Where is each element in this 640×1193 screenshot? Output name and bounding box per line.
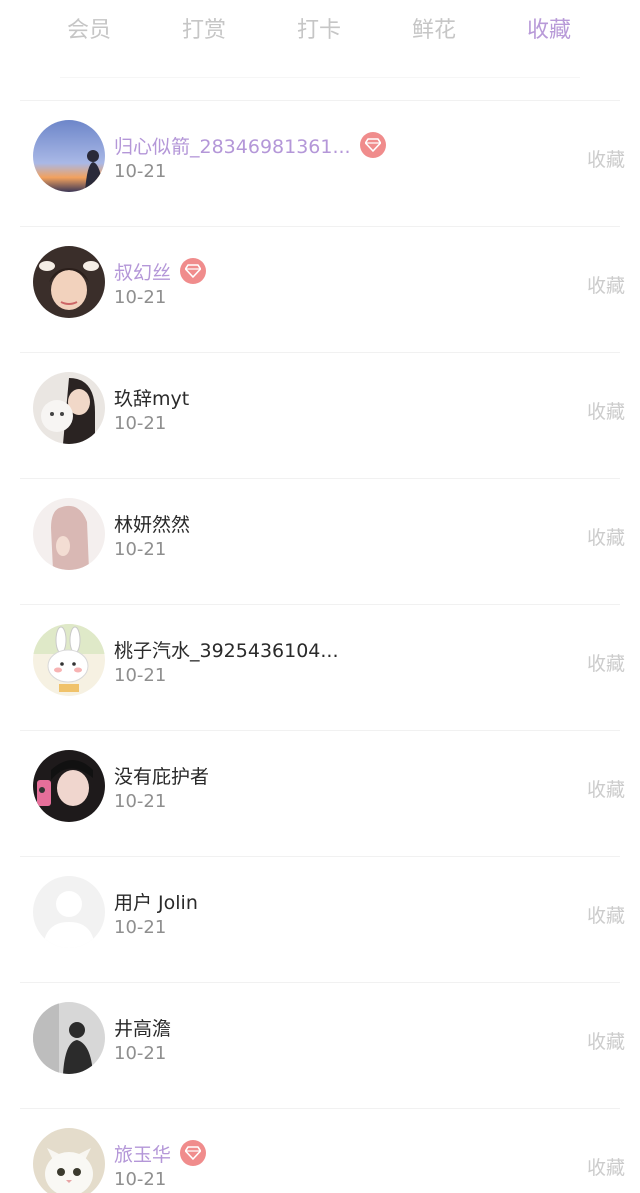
user-name[interactable]: 没有庇护者 xyxy=(114,762,209,789)
tab-membership[interactable]: 会员 xyxy=(44,14,134,48)
vip-diamond-icon xyxy=(359,132,386,158)
list-item[interactable]: 没有庇护者 10-21 收藏 xyxy=(20,730,625,856)
list-item[interactable]: 归心似箭_28346981361... 10-21 收藏 xyxy=(20,100,625,226)
date-label: 10-21 xyxy=(114,161,167,182)
favorite-action-label: 收藏 xyxy=(586,149,625,171)
tab-bar: 会员 打赏 打卡 鲜花 收藏 xyxy=(0,0,640,78)
vip-diamond-icon xyxy=(180,258,207,284)
name-line: 归心似箭_28346981361... xyxy=(114,130,386,160)
date-label: 10-21 xyxy=(114,1169,167,1190)
tab-tips[interactable]: 打赏 xyxy=(159,14,249,48)
list-item[interactable]: 桃子汽水_3925436104... 10-21 收藏 xyxy=(20,604,625,730)
name-line: 玖辞myt xyxy=(114,382,189,412)
tab-favorites[interactable]: 收藏 xyxy=(504,14,594,48)
name-line: 桃子汽水_3925436104... xyxy=(114,634,339,664)
avatar[interactable] xyxy=(33,624,105,696)
date-label: 10-21 xyxy=(114,539,167,560)
user-name[interactable]: 叔幻丝 xyxy=(114,258,171,285)
date-label: 10-21 xyxy=(114,287,167,308)
name-line: 林妍然然 xyxy=(114,508,190,538)
tab-checkin[interactable]: 打卡 xyxy=(274,14,364,48)
avatar[interactable] xyxy=(33,1002,105,1074)
name-line: 旅玉华 xyxy=(114,1138,207,1168)
favorite-action-label: 收藏 xyxy=(586,1157,625,1179)
list-item[interactable]: 旅玉华 10-21 收藏 xyxy=(20,1108,625,1193)
favorite-action-label: 收藏 xyxy=(586,275,625,297)
avatar[interactable] xyxy=(33,498,105,570)
user-name[interactable]: 用户 Jolin xyxy=(114,888,198,915)
date-label: 10-21 xyxy=(114,1043,167,1064)
favorites-list: 归心似箭_28346981361... 10-21 收藏 叔幻丝 10-21 收藏 玖辞my… xyxy=(0,100,640,1193)
favorite-action-label: 收藏 xyxy=(586,905,625,927)
avatar[interactable] xyxy=(33,372,105,444)
name-line: 没有庇护者 xyxy=(114,760,209,790)
user-name[interactable]: 归心似箭_28346981361... xyxy=(114,132,351,159)
avatar[interactable] xyxy=(33,120,105,192)
avatar[interactable] xyxy=(33,750,105,822)
favorite-action-label: 收藏 xyxy=(586,779,625,801)
date-label: 10-21 xyxy=(114,413,167,434)
name-line: 井高澹 xyxy=(114,1012,171,1042)
avatar[interactable] xyxy=(33,246,105,318)
favorite-action-label: 收藏 xyxy=(586,527,625,549)
list-item[interactable]: 用户 Jolin 10-21 收藏 xyxy=(20,856,625,982)
favorite-action-label: 收藏 xyxy=(586,401,625,423)
list-item[interactable]: 井高澹 10-21 收藏 xyxy=(20,982,625,1108)
list-item[interactable]: 玖辞myt 10-21 收藏 xyxy=(20,352,625,478)
favorite-action-label: 收藏 xyxy=(586,1031,625,1053)
list-item[interactable]: 叔幻丝 10-21 收藏 xyxy=(20,226,625,352)
avatar[interactable] xyxy=(33,876,105,948)
date-label: 10-21 xyxy=(114,665,167,686)
favorite-action-label: 收藏 xyxy=(586,653,625,675)
favorites-page: 会员 打赏 打卡 鲜花 收藏 归心似箭_28346981361... 10-21 收… xyxy=(0,0,640,1193)
date-label: 10-21 xyxy=(114,917,167,938)
user-name[interactable]: 井高澹 xyxy=(114,1014,171,1041)
list-item[interactable]: 林妍然然 10-21 收藏 xyxy=(20,478,625,604)
vip-diamond-icon xyxy=(180,1140,207,1166)
tab-flowers[interactable]: 鲜花 xyxy=(389,14,479,48)
name-line: 用户 Jolin xyxy=(114,886,198,916)
user-name[interactable]: 林妍然然 xyxy=(114,510,190,537)
avatar[interactable] xyxy=(33,1128,105,1193)
name-line: 叔幻丝 xyxy=(114,256,207,286)
user-name[interactable]: 桃子汽水_3925436104... xyxy=(114,636,339,663)
date-label: 10-21 xyxy=(114,791,167,812)
tab-divider xyxy=(60,77,580,78)
user-name[interactable]: 旅玉华 xyxy=(114,1140,171,1167)
user-name[interactable]: 玖辞myt xyxy=(114,384,189,411)
